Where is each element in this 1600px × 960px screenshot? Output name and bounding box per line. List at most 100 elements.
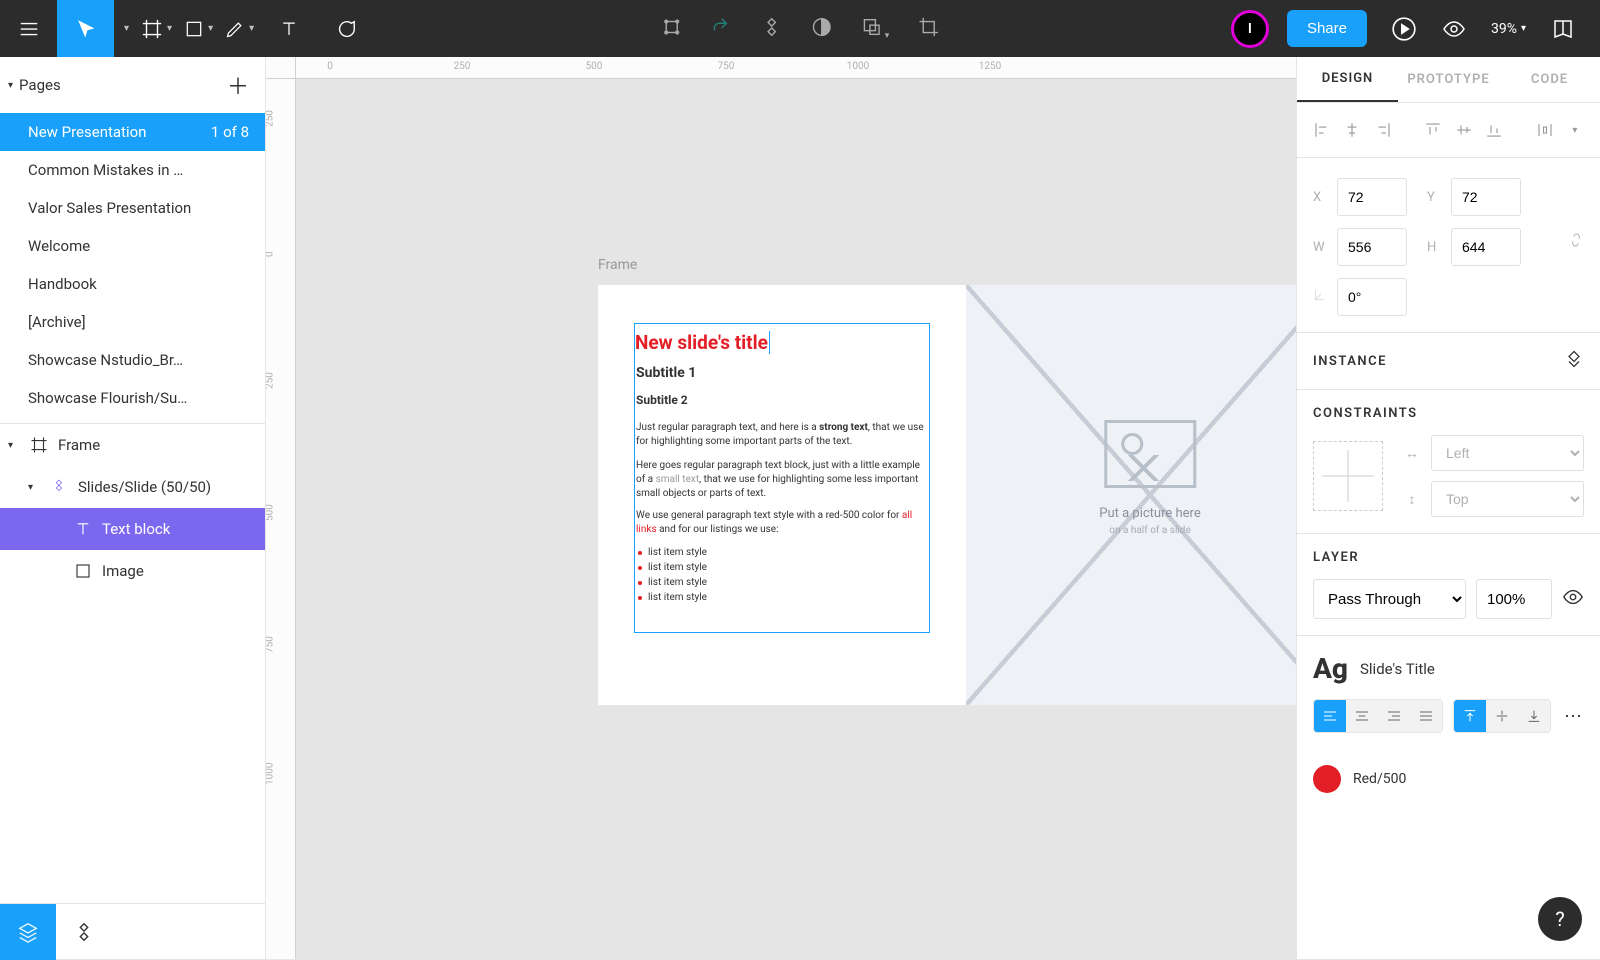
- constraint-h-select[interactable]: Left: [1431, 435, 1584, 471]
- align-vcenter-icon[interactable]: [1455, 119, 1473, 141]
- add-page-button[interactable]: ＋: [227, 69, 249, 101]
- text-align-bottom-btn[interactable]: [1518, 700, 1550, 732]
- inspector-tabs: DESIGN PROTOTYPE CODE: [1297, 57, 1600, 103]
- page-item[interactable]: New Presentation1 of 8: [0, 113, 265, 151]
- help-button[interactable]: ?: [1538, 897, 1582, 941]
- align-right-icon[interactable]: [1374, 119, 1392, 141]
- constraint-diagram[interactable]: [1313, 441, 1383, 511]
- layers-tab[interactable]: [0, 904, 56, 960]
- align-more-icon[interactable]: ▾: [1566, 119, 1584, 141]
- frame-tool-button[interactable]: ▾: [135, 0, 178, 57]
- go-to-main-icon[interactable]: [1564, 349, 1584, 373]
- top-toolbar: ▾ ▾ ▾ ▾ ▾ I Share 39%▾: [0, 0, 1600, 57]
- layer-section: LAYER Pass Through: [1297, 534, 1600, 636]
- move-tool-button[interactable]: [57, 0, 114, 57]
- image-half[interactable]: Put a picture here on a half of a slide: [966, 285, 1296, 705]
- component-tool-icon[interactable]: [661, 16, 683, 42]
- text-align-right[interactable]: [1378, 700, 1410, 732]
- layers-panel: ▾ Frame ▾ Slides/Slide (50/50) Text bloc…: [0, 423, 265, 903]
- paragraph-3: We use general paragraph text style with…: [636, 509, 926, 537]
- h-input[interactable]: [1451, 228, 1521, 266]
- page-item[interactable]: Welcome: [0, 227, 265, 265]
- pages-toggle[interactable]: ▾ Pages: [8, 76, 61, 94]
- typography-section: Ag Slide's Title ⋯: [1297, 636, 1600, 749]
- image-icon: [1104, 420, 1196, 488]
- page-item[interactable]: [Archive]: [0, 303, 265, 341]
- text-tool-button[interactable]: [260, 0, 317, 57]
- paragraph-1: Just regular paragraph text, and here is…: [636, 421, 926, 449]
- share-button[interactable]: Share: [1287, 10, 1367, 47]
- page-item[interactable]: Common Mistakes in …: [0, 151, 265, 189]
- pen-tool-button[interactable]: ▾: [219, 0, 260, 57]
- visibility-toggle[interactable]: [1562, 586, 1584, 612]
- paragraph-2: Here goes regular paragraph text block, …: [636, 459, 926, 501]
- layer-image[interactable]: Image: [0, 550, 265, 592]
- layer-text-block[interactable]: Text block: [0, 508, 265, 550]
- fill-swatch[interactable]: [1313, 765, 1341, 793]
- type-more-button[interactable]: ⋯: [1564, 706, 1584, 727]
- bullet-list: list item style list item style list ite…: [648, 547, 707, 607]
- subtitle-1: Subtitle 1: [636, 365, 696, 381]
- view-icon[interactable]: [1441, 16, 1467, 42]
- align-hcenter-icon[interactable]: [1343, 119, 1361, 141]
- text-align-justify[interactable]: [1410, 700, 1442, 732]
- canvas[interactable]: 0 250 500 750 1000 1250 250 0 250 500 75…: [266, 57, 1296, 959]
- hamburger-menu-button[interactable]: [0, 0, 57, 57]
- text-align-left[interactable]: [1314, 700, 1346, 732]
- zoom-dropdown[interactable]: 39%▾: [1491, 21, 1526, 37]
- constraint-v-select[interactable]: Top: [1431, 481, 1584, 517]
- reset-icon[interactable]: [711, 16, 733, 42]
- move-tool-dropdown[interactable]: ▾: [114, 0, 135, 57]
- slide-title[interactable]: New slide's title: [635, 331, 770, 354]
- tab-design[interactable]: DESIGN: [1297, 57, 1398, 102]
- angle-input[interactable]: [1337, 278, 1407, 316]
- page-item[interactable]: Showcase Flourish/Su…: [0, 379, 265, 417]
- ruler-corner: [266, 57, 296, 79]
- align-section: ▾: [1297, 103, 1600, 158]
- crop-icon[interactable]: [917, 16, 939, 42]
- page-item[interactable]: Handbook: [0, 265, 265, 303]
- shape-tool-button[interactable]: ▾: [178, 0, 219, 57]
- component-icon: [48, 476, 70, 498]
- constraints-section: CONSTRAINTS ↔ Left ↕ Top: [1297, 390, 1600, 534]
- user-avatar[interactable]: I: [1231, 10, 1269, 48]
- mask-icon[interactable]: [811, 16, 833, 42]
- comment-tool-button[interactable]: [317, 0, 374, 57]
- frame-icon: [28, 434, 50, 456]
- horizontal-align-group: [1313, 699, 1443, 733]
- page-item[interactable]: Showcase Nstudio_Br…: [0, 341, 265, 379]
- layer-slide-component[interactable]: ▾ Slides/Slide (50/50): [0, 466, 265, 508]
- page-list: New Presentation1 of 8 Common Mistakes i…: [0, 113, 265, 417]
- frame[interactable]: New slide's title Subtitle 1 Subtitle 2 …: [598, 285, 1296, 705]
- frame-label[interactable]: Frame: [598, 257, 637, 273]
- align-bottom-icon[interactable]: [1485, 119, 1503, 141]
- tab-code[interactable]: CODE: [1499, 57, 1600, 102]
- text-style-name[interactable]: Slide's Title: [1360, 660, 1435, 678]
- pages-header: ▾ Pages ＋: [0, 57, 265, 113]
- opacity-input[interactable]: [1476, 579, 1552, 619]
- text-half[interactable]: New slide's title Subtitle 1 Subtitle 2 …: [598, 285, 966, 705]
- left-bottom-tabs: [0, 903, 265, 959]
- boolean-icon[interactable]: ▾: [861, 16, 890, 42]
- library-icon[interactable]: [1550, 16, 1576, 42]
- text-align-middle[interactable]: [1486, 700, 1518, 732]
- w-input[interactable]: [1337, 228, 1407, 266]
- text-align-center[interactable]: [1346, 700, 1378, 732]
- page-item[interactable]: Valor Sales Presentation: [0, 189, 265, 227]
- assets-tab[interactable]: [56, 904, 112, 960]
- fill-style-name[interactable]: Red/500: [1353, 771, 1406, 787]
- layer-frame[interactable]: ▾ Frame: [0, 424, 265, 466]
- align-left-icon[interactable]: [1313, 119, 1331, 141]
- constrain-proportions-icon[interactable]: [1568, 228, 1584, 266]
- align-top-icon[interactable]: [1424, 119, 1442, 141]
- blend-mode-select[interactable]: Pass Through: [1313, 579, 1466, 619]
- text-icon: [72, 518, 94, 540]
- present-button[interactable]: [1391, 16, 1417, 42]
- y-input[interactable]: [1451, 178, 1521, 216]
- x-input[interactable]: [1337, 178, 1407, 216]
- distribute-icon[interactable]: [1535, 119, 1553, 141]
- ruler-horizontal: 0 250 500 750 1000 1250: [296, 57, 1296, 79]
- tab-prototype[interactable]: PROTOTYPE: [1398, 57, 1499, 102]
- text-align-top[interactable]: [1454, 700, 1486, 732]
- union-icon[interactable]: [761, 16, 783, 42]
